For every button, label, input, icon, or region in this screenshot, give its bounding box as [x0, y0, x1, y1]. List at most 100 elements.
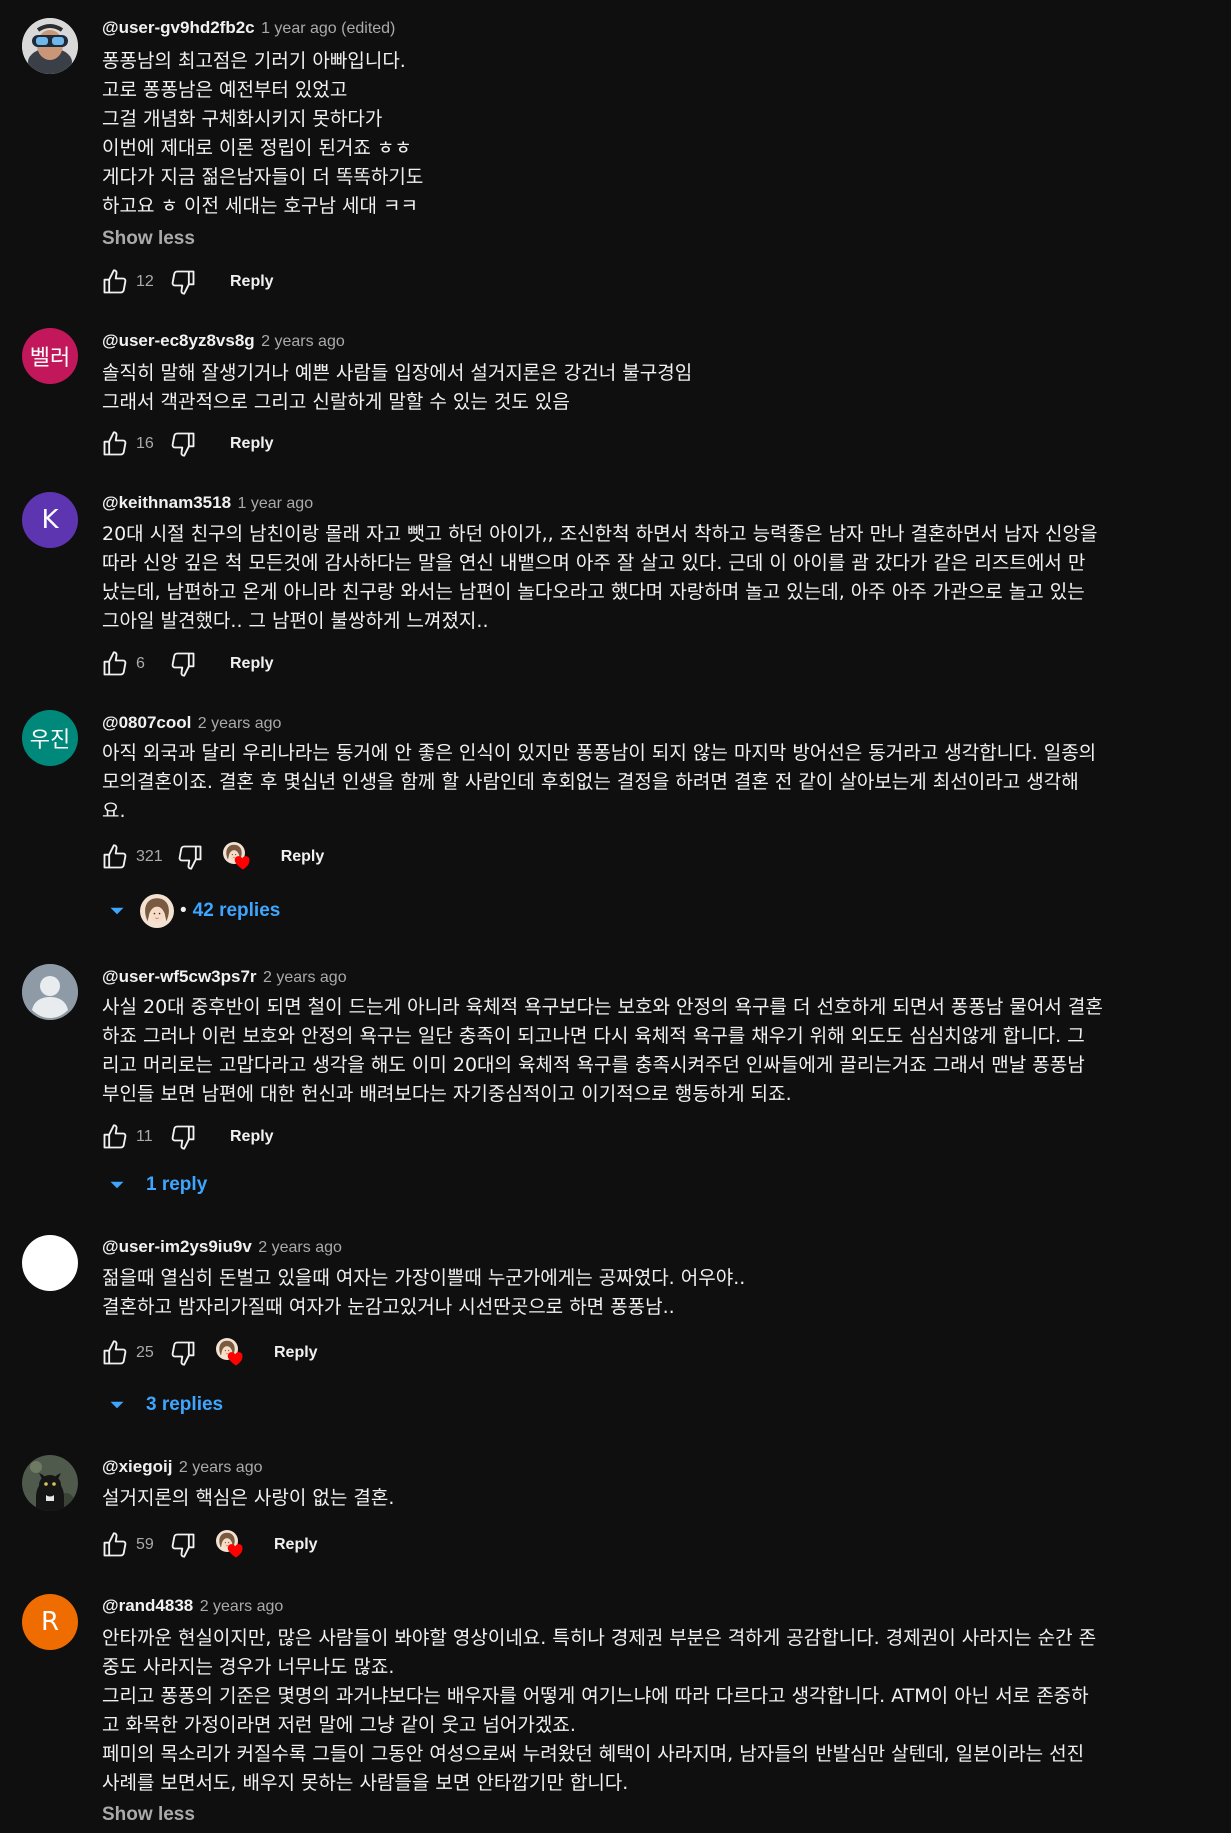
reply-button[interactable]: Reply [230, 435, 274, 453]
like-count: 59 [136, 1536, 154, 1553]
show-less-button[interactable]: Show less [102, 228, 195, 250]
reply-button[interactable]: Reply [281, 848, 325, 866]
replies-count: 1 reply [146, 1174, 208, 1195]
comment-line: 고 화목한 가정이라면 저런 말에 그냥 같이 웃고 넘어가겠죠. [102, 1714, 576, 1736]
comment-header: @user-im2ys9iu9v 2 years ago [102, 1235, 342, 1259]
view-replies-button[interactable]: 1 reply [104, 1167, 207, 1203]
avatar-initials: 벨러 [29, 346, 71, 371]
comment-line: 이번에 제대로 이론 정립이 된거죠 ㅎㅎ [102, 137, 412, 159]
avatar[interactable]: 벨러 [22, 328, 78, 384]
comment-line: 모의결혼이죠. 결혼 후 몇십년 인생을 함께 할 사람인데 후회없는 결정을 … [102, 771, 1079, 793]
comment-time[interactable]: 2 years ago [263, 969, 347, 986]
like-count: 12 [136, 273, 154, 290]
comment-author[interactable]: @user-gv9hd2fb2c [102, 18, 255, 37]
comment-line: 고로 퐁퐁남은 예전부터 있었고 [102, 79, 348, 101]
comment-time[interactable]: 2 years ago [258, 1239, 342, 1256]
comment-line: 페미의 목소리가 커질수록 그들이 그동안 여성으로써 누려왔던 혜택이 사라지… [102, 1743, 1085, 1765]
thumb-up-icon [101, 650, 129, 678]
dislike-button[interactable] [166, 1120, 200, 1154]
reply-button[interactable]: Reply [274, 1536, 318, 1554]
thumb-up-icon [101, 430, 129, 458]
comment-author[interactable]: @user-wf5cw3ps7r [102, 967, 257, 986]
comment-text: 20대 시절 친구의 남친이랑 몰래 자고 뺏고 하던 아이가,, 조신한척 하… [102, 520, 1212, 636]
comment-header: @xiegoij 2 years ago [102, 1455, 263, 1479]
comment-text: 퐁퐁남의 최고점은 기러기 아빠입니다. 고로 퐁퐁남은 예전부터 있었고 그걸… [102, 47, 1212, 221]
like-button[interactable] [98, 1336, 132, 1370]
like-count: 321 [136, 848, 163, 865]
like-button[interactable] [98, 1120, 132, 1154]
like-button[interactable] [98, 647, 132, 681]
thumb-down-icon [169, 1531, 197, 1559]
default-person-avatar-icon [22, 964, 78, 1020]
like-count: 16 [136, 435, 154, 452]
reply-button[interactable]: Reply [230, 1128, 274, 1146]
avatar[interactable]: R [22, 1594, 78, 1650]
view-replies-button[interactable]: 3 replies [104, 1387, 223, 1423]
thumb-down-icon [169, 650, 197, 678]
bullet: • [180, 900, 187, 921]
like-button[interactable] [98, 840, 132, 874]
comment-author[interactable]: @user-ec8yz8vs8g [102, 331, 255, 350]
comment-author[interactable]: @rand4838 [102, 1596, 193, 1615]
show-less-button[interactable]: Show less [102, 1804, 195, 1826]
comment-author[interactable]: @keithnam3518 [102, 493, 231, 512]
avatar[interactable]: 우진 [22, 710, 78, 766]
comment-line: 하고요 ㅎ 이전 세대는 호구남 세대 ㅋㅋ [102, 195, 418, 217]
thumb-down-icon [169, 430, 197, 458]
avatar[interactable] [22, 1235, 78, 1291]
thumb-up-icon [101, 1339, 129, 1367]
comment-author[interactable]: @0807cool [102, 713, 191, 732]
comment-line: 설거지론의 핵심은 사랑이 없는 결혼. [102, 1487, 395, 1509]
comment-line: 사실 20대 중후반이 되면 철이 드는게 아니라 육체적 욕구보다는 보호와 … [102, 996, 1103, 1018]
comment-time[interactable]: 2 years ago [200, 1598, 284, 1615]
replies-count: 3 replies [146, 1394, 224, 1415]
vr-headset-avatar-icon [22, 18, 78, 74]
avatar[interactable] [22, 18, 78, 74]
comment-line: 젊을때 열심히 돈벌고 있을때 여자는 가장이쁠때 누군가에게는 공짜였다. 어… [102, 1267, 746, 1289]
comment-author[interactable]: @user-im2ys9iu9v [102, 1237, 252, 1256]
creator-heart-badge [216, 1530, 246, 1560]
reply-button[interactable]: Reply [230, 655, 274, 673]
comment-author[interactable]: @xiegoij [102, 1457, 172, 1476]
comment-time[interactable]: 1 year ago [237, 495, 313, 512]
reply-button[interactable]: Reply [230, 273, 274, 291]
like-count: 11 [136, 1128, 153, 1145]
comment-header: @keithnam3518 1 year ago [102, 491, 313, 515]
comment-time[interactable]: 2 years ago [179, 1459, 263, 1476]
avatar-initials: 우진 [29, 728, 71, 753]
avatar-initials: R [40, 1607, 60, 1637]
like-button[interactable] [98, 427, 132, 461]
like-button[interactable] [98, 265, 132, 299]
comment-time[interactable]: 1 year ago (edited) [261, 20, 395, 37]
dislike-button[interactable] [173, 840, 207, 874]
like-count: 6 [136, 655, 145, 672]
avatar[interactable] [22, 1455, 78, 1511]
comment-header: @user-ec8yz8vs8g 2 years ago [102, 329, 345, 353]
avatar[interactable]: K [22, 492, 78, 548]
comment-header: @user-wf5cw3ps7r 2 years ago [102, 965, 347, 989]
comment-line: 안타까운 현실이지만, 많은 사람들이 봐야할 영상이네요. 특히나 경제권 부… [102, 1627, 1097, 1649]
thumb-up-icon [101, 1531, 129, 1559]
comment-line: 하죠 그러나 이런 보호와 안정의 욕구는 일단 충족이 되고나면 다시 육체적… [102, 1025, 1085, 1047]
comment-header: @user-gv9hd2fb2c 1 year ago (edited) [102, 16, 395, 40]
comment-text: 솔직히 말해 잘생기거나 예쁜 사람들 입장에서 설거지론은 강건너 불구경임 … [102, 359, 1212, 417]
replies-count: 42 replies [192, 900, 281, 921]
comment-text: 안타까운 현실이지만, 많은 사람들이 봐야할 영상이네요. 특히나 경제권 부… [102, 1624, 1212, 1798]
comment-actions: 25 Reply [98, 1336, 318, 1370]
comment-time[interactable]: 2 years ago [198, 715, 282, 732]
avatar[interactable] [22, 964, 78, 1020]
dislike-button[interactable] [166, 1336, 200, 1370]
creator-heart-badge [216, 1338, 246, 1368]
chevron-down-icon [104, 1392, 130, 1418]
reply-button[interactable]: Reply [274, 1344, 318, 1362]
comment-time[interactable]: 2 years ago [261, 333, 345, 350]
view-replies-button[interactable]: • 42 replies [104, 893, 280, 929]
dislike-button[interactable] [166, 1528, 200, 1562]
dislike-button[interactable] [166, 265, 200, 299]
thumb-down-icon [169, 268, 197, 296]
like-button[interactable] [98, 1528, 132, 1562]
dislike-button[interactable] [166, 647, 200, 681]
comment-line: 그래서 객관적으로 그리고 신랄하게 말할 수 있는 것도 있음 [102, 391, 570, 413]
thumb-up-icon [101, 843, 129, 871]
dislike-button[interactable] [166, 427, 200, 461]
